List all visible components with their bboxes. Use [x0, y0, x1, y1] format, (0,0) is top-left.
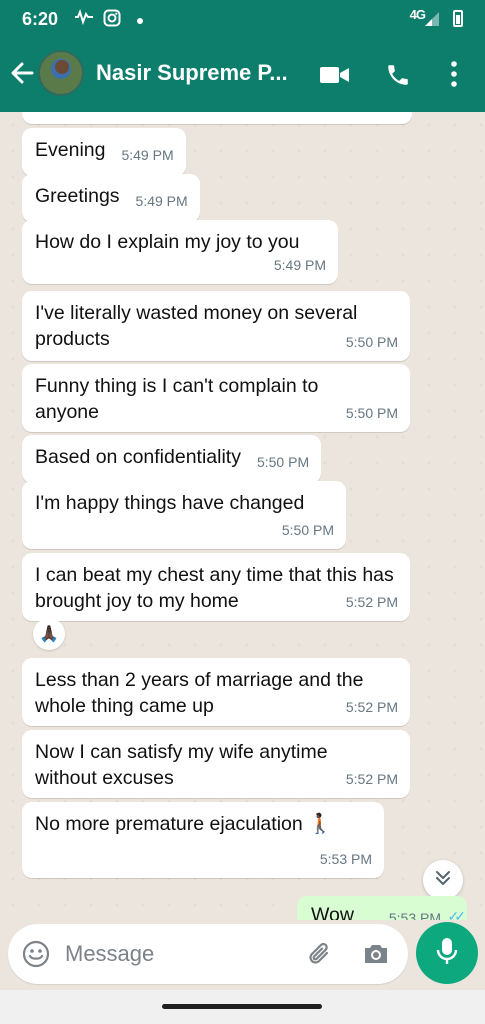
scroll-to-bottom-button[interactable] — [423, 860, 463, 900]
message-text: Now I can satisfy my wife anytime withou… — [35, 741, 328, 789]
message-time: 5:50 PM — [281, 522, 334, 538]
message-text: No more premature ejaculation 🚶🏿 — [35, 813, 333, 835]
message-time: 5:50 PM — [256, 454, 310, 470]
message-reaction[interactable]: 🙏🏿 — [33, 618, 65, 650]
voice-record-button[interactable] — [416, 922, 478, 984]
message-time: 5:53 PM — [388, 910, 441, 920]
outgoing-message-bubble[interactable]: Wow 5:53 PM ✓✓ — [297, 896, 467, 920]
notification-dot-icon — [136, 12, 144, 29]
read-receipt-icon: ✓✓ — [447, 908, 467, 920]
message-time: 5:50 PM — [345, 405, 398, 421]
partial-message-bubble[interactable]: 5:50 PM — [22, 112, 412, 124]
audio-wave-icon — [74, 8, 94, 29]
message-time: 5:49 PM — [273, 257, 326, 273]
message-bubble[interactable]: How do I explain my joy to you 5:49 PM — [22, 220, 338, 284]
message-bubble[interactable]: Now I can satisfy my wife anytime withou… — [22, 730, 410, 798]
message-bubble[interactable]: Greetings 5:49 PM — [22, 174, 200, 222]
message-bubble[interactable]: Funny thing is I can't complain to anyon… — [22, 364, 410, 432]
message-text: Funny thing is I can't complain to anyon… — [35, 375, 319, 423]
double-chevron-down-icon — [434, 869, 452, 892]
message-time: 5:52 PM — [345, 771, 398, 787]
instagram-icon — [103, 9, 121, 31]
message-time: 5:49 PM — [135, 193, 188, 209]
message-time: 5:50 PM — [345, 334, 398, 350]
message-bubble[interactable]: I'm happy things have changed 5:50 PM — [22, 481, 346, 549]
camera-icon[interactable] — [362, 941, 390, 972]
message-text: Evening — [35, 139, 106, 161]
message-text: Greetings — [35, 185, 120, 207]
message-text: I can beat my chest any time that this h… — [35, 564, 394, 612]
microphone-icon — [435, 936, 459, 971]
message-text: Wow — [311, 904, 354, 920]
message-text: I've literally wasted money on several p… — [35, 302, 358, 350]
message-bubble[interactable]: Less than 2 years of marriage and the wh… — [22, 658, 410, 726]
chat-area[interactable]: 5:50 PM Evening5:49 PM Greetings5:49 PM … — [0, 112, 485, 920]
signal-icon — [425, 12, 439, 26]
message-bubble[interactable]: I've literally wasted money on several p… — [22, 291, 410, 361]
message-time: 5:53 PM — [319, 851, 372, 867]
chat-header: Nasir Supreme P... — [0, 40, 485, 112]
battery-icon — [453, 10, 463, 27]
message-text: Based on confidentiality — [35, 446, 241, 468]
attach-icon[interactable] — [306, 940, 334, 973]
message-bubble[interactable]: Based on confidentiality 5:50 PM — [22, 435, 322, 483]
home-gesture-handle[interactable] — [162, 1004, 322, 1009]
emoji-icon[interactable] — [22, 940, 50, 973]
message-bubble[interactable]: I can beat my chest any time that this h… — [22, 553, 410, 621]
video-call-icon[interactable] — [320, 65, 350, 90]
voice-call-icon[interactable] — [385, 62, 411, 93]
message-text: Less than 2 years of marriage and the wh… — [35, 669, 364, 717]
message-text: I'm happy things have changed — [35, 492, 305, 514]
more-options-icon[interactable] — [450, 60, 458, 93]
message-time: 5:49 PM — [121, 147, 174, 163]
status-bar: 6:20 4G — [0, 0, 485, 40]
message-time: 5:52 PM — [345, 594, 398, 610]
top-bar: 6:20 4G Nasir Supreme P... — [0, 0, 485, 112]
contact-name[interactable]: Nasir Supreme P... — [96, 60, 288, 86]
message-time: 5:50 PM — [346, 112, 398, 120]
system-nav-bar — [0, 990, 485, 1024]
contact-avatar[interactable] — [38, 50, 84, 96]
message-bubble[interactable]: Evening 5:49 PM — [22, 128, 186, 176]
message-input[interactable]: Message — [65, 941, 154, 967]
message-time: 5:52 PM — [345, 699, 398, 715]
message-input-bar: Message — [8, 924, 408, 984]
back-arrow-icon[interactable] — [8, 58, 36, 88]
status-time: 6:20 — [22, 9, 59, 29]
message-bubble[interactable]: No more premature ejaculation 🚶🏿 5:53 PM — [22, 802, 384, 878]
network-type: 4G — [409, 7, 426, 22]
